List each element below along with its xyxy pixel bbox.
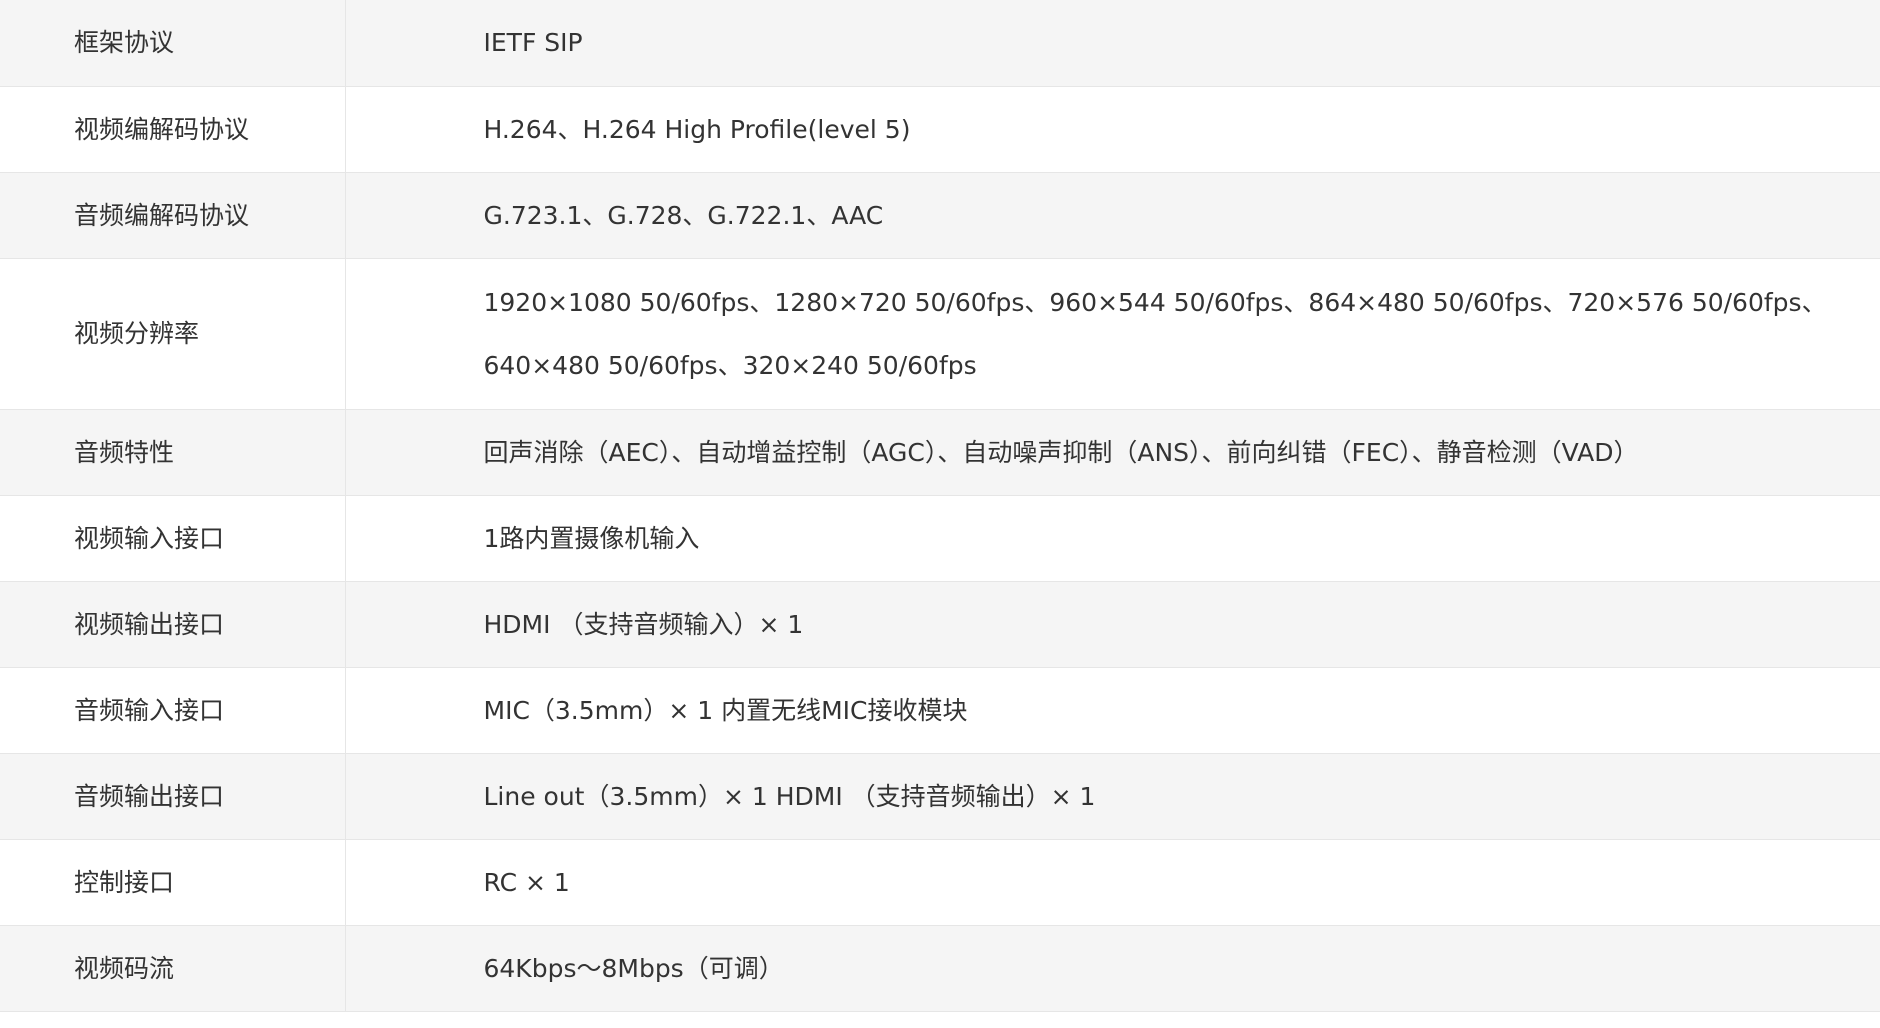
spec-value: MIC（3.5mm）× 1 内置无线MIC接收模块: [345, 667, 1880, 754]
spec-label: 框架协议: [0, 0, 346, 87]
spec-label: 视频输入接口: [0, 495, 346, 582]
spec-row-control: 控制接口 RC × 1: [0, 839, 1880, 926]
spec-label: 视频输出接口: [0, 581, 346, 668]
spec-row-audio-input: 音频输入接口 MIC（3.5mm）× 1 内置无线MIC接收模块: [0, 667, 1880, 754]
spec-row-framework: 框架协议 IETF SIP: [0, 0, 1880, 87]
spec-label: 控制接口: [0, 839, 346, 926]
spec-label: 视频编解码协议: [0, 86, 346, 173]
spec-row-video-input: 视频输入接口 1路内置摄像机输入: [0, 495, 1880, 582]
spec-row-audio-codec: 音频编解码协议 G.723.1、G.728、G.722.1、AAC: [0, 172, 1880, 259]
spec-value: 64Kbps～8Mbps（可调）: [345, 925, 1880, 1012]
spec-row-video-codec: 视频编解码协议 H.264、H.264 High Profile(level 5…: [0, 86, 1880, 173]
spec-table: 框架协议 IETF SIP 视频编解码协议 H.264、H.264 High P…: [0, 0, 1880, 1012]
spec-value: RC × 1: [345, 839, 1880, 926]
spec-label: 音频特性: [0, 409, 346, 496]
spec-row-video-resolution: 视频分辨率 1920×1080 50/60fps、1280×720 50/60f…: [0, 258, 1880, 410]
spec-value: 回声消除（AEC）、自动增益控制（AGC）、自动噪声抑制（ANS）、前向纠错（F…: [345, 409, 1880, 496]
spec-label: 视频分辨率: [0, 258, 346, 410]
spec-row-video-output: 视频输出接口 HDMI （支持音频输入）× 1: [0, 581, 1880, 668]
spec-label: 音频输出接口: [0, 753, 346, 840]
spec-value: IETF SIP: [345, 0, 1880, 87]
spec-row-audio-features: 音频特性 回声消除（AEC）、自动增益控制（AGC）、自动噪声抑制（ANS）、前…: [0, 409, 1880, 496]
spec-label: 音频输入接口: [0, 667, 346, 754]
spec-row-audio-output: 音频输出接口 Line out（3.5mm）× 1 HDMI （支持音频输出）×…: [0, 753, 1880, 840]
spec-value: G.723.1、G.728、G.722.1、AAC: [345, 172, 1880, 259]
spec-value: H.264、H.264 High Profile(level 5): [345, 86, 1880, 173]
spec-label: 视频码流: [0, 925, 346, 1012]
spec-value: Line out（3.5mm）× 1 HDMI （支持音频输出）× 1: [345, 753, 1880, 840]
spec-row-video-bitrate: 视频码流 64Kbps～8Mbps（可调）: [0, 925, 1880, 1012]
spec-value: 1920×1080 50/60fps、1280×720 50/60fps、960…: [345, 258, 1880, 410]
spec-value: HDMI （支持音频输入）× 1: [345, 581, 1880, 668]
spec-label: 音频编解码协议: [0, 172, 346, 259]
spec-value: 1路内置摄像机输入: [345, 495, 1880, 582]
